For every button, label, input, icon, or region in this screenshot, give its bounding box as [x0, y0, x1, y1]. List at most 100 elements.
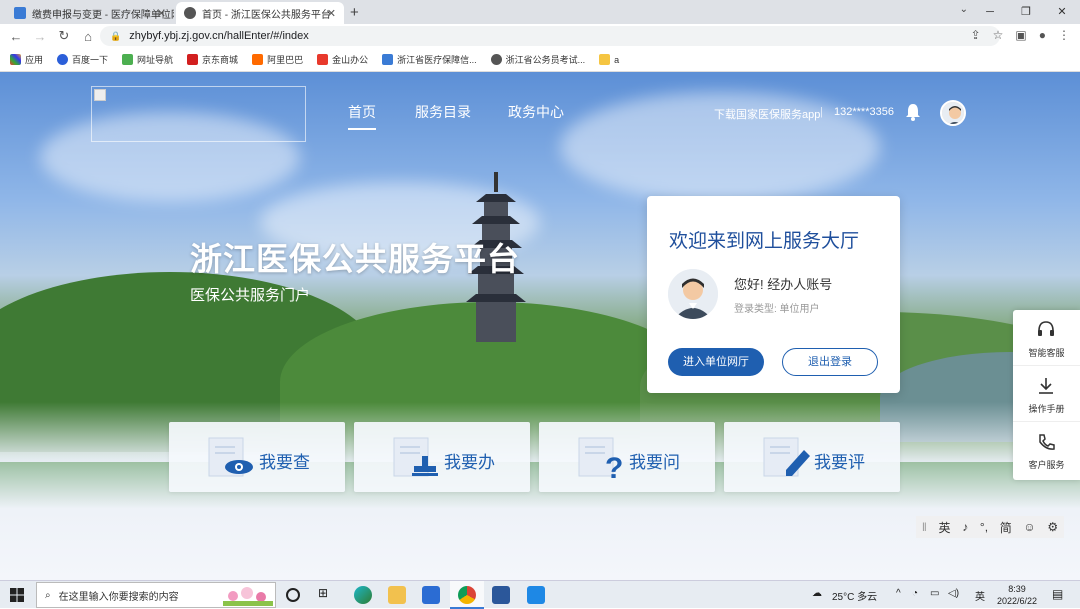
ime-indicator[interactable]: 英 [975, 588, 985, 603]
logout-button[interactable]: 退出登录 [782, 348, 878, 376]
chrome-icon[interactable] [458, 586, 476, 604]
login-type-text: 登录类型: 单位用户 [734, 304, 820, 315]
weather-icon[interactable]: ☁ [812, 588, 822, 599]
app-icon[interactable] [527, 586, 545, 604]
system-clock[interactable]: 8:39 2022/6/22 [990, 583, 1044, 607]
address-bar: ← → ↻ ⌂ 🔒 zhybyf.ybj.zj.gov.cn/hallEnter… [0, 24, 1080, 48]
download-app-link[interactable]: 下载国家医保服务app [714, 106, 820, 122]
hero-subtitle: 医保公共服务门户 [190, 287, 311, 304]
minimize-icon[interactable]: ─ [972, 0, 1008, 24]
cortana-icon[interactable] [286, 588, 300, 602]
flowers-decoration-icon [223, 587, 273, 606]
bookmark-alibaba[interactable]: 阿里巴巴 [252, 53, 303, 66]
tab-title: 缴费申报与变更 - 医疗保障单位网... [32, 9, 174, 21]
close-icon[interactable]: ✕ [327, 7, 336, 20]
welcome-heading: 欢迎来到网上服务大厅 [669, 231, 860, 252]
url-text: zhybyf.ybj.zj.gov.cn/hallEnter/#/index [129, 30, 309, 42]
file-explorer-icon[interactable] [388, 586, 406, 604]
smart-support-button[interactable]: 智能客服 [1013, 310, 1080, 366]
bookmark-zj-medical[interactable]: 浙江省医疗保障信... [382, 53, 477, 66]
welcome-card: 欢迎来到网上服务大厅 您好! 经办人账号 登录类型: 单位用户 进入单位网厅 退… [647, 196, 900, 393]
bookmark-wps[interactable]: 金山办公 [317, 53, 368, 66]
weather-text[interactable]: 25°C 多云 [832, 588, 877, 603]
clock-date: 2022/6/22 [996, 596, 1038, 606]
ime-emoji-icon[interactable]: ☺ [1023, 520, 1035, 534]
nav-home[interactable]: 首页 [348, 102, 376, 130]
tab-bar: 缴费申报与变更 - 医疗保障单位网... ✕ 首页 - 浙江医保公共服务平台 ✕… [0, 0, 1080, 24]
tab-home[interactable]: 首页 - 浙江医保公共服务平台 ✕ [176, 2, 344, 24]
headset-icon [1038, 321, 1054, 336]
floating-sidebar: 智能客服 操作手册 客户服务 [1013, 310, 1080, 480]
nav-service-catalog[interactable]: 服务目录 [415, 102, 471, 122]
ime-moon-icon[interactable]: ♪ [962, 520, 968, 534]
bookmark-folder-a[interactable]: a [599, 54, 619, 65]
battery-icon[interactable]: ▭ [930, 588, 939, 599]
service-ask-card[interactable]: ? 我要问 [539, 422, 715, 492]
svg-text:?: ? [605, 452, 623, 480]
taskbar-search[interactable]: ⌕ 在这里输入你要搜索的内容 [36, 582, 276, 608]
phone-icon [1039, 434, 1055, 450]
enter-unit-hall-button[interactable]: 进入单位网厅 [668, 348, 764, 376]
tab-payment[interactable]: 缴费申报与变更 - 医疗保障单位网... ✕ [6, 2, 174, 24]
service-review-card[interactable]: 我要评 [724, 422, 900, 492]
bookmark-baidu[interactable]: 百度一下 [57, 53, 108, 66]
folder-icon [599, 54, 611, 65]
store-icon[interactable] [422, 586, 440, 604]
url-field[interactable]: 🔒 zhybyf.ybj.zj.gov.cn/hallEnter/#/index [100, 26, 1000, 46]
bookmark-nav[interactable]: 网址导航 [122, 53, 173, 66]
home-icon[interactable]: ⌂ [76, 29, 100, 44]
apps-icon [10, 54, 21, 65]
volume-icon[interactable]: ◁) [948, 588, 959, 599]
close-icon[interactable]: ✕ [157, 7, 166, 20]
address-actions: ⇪ ☆ ▣ ● ⋮ [971, 28, 1070, 42]
new-tab-icon[interactable]: + [350, 4, 359, 21]
manual-button[interactable]: 操作手册 [1013, 366, 1080, 422]
alibaba-icon [252, 54, 264, 65]
customer-service-button[interactable]: 客户服务 [1013, 422, 1080, 478]
wps-icon [317, 54, 329, 65]
service-label: 我要查 [259, 453, 310, 472]
tray-chevron-icon[interactable]: ^ [896, 588, 901, 599]
ime-lang-toggle[interactable]: 英 [939, 519, 951, 536]
ime-simplified-toggle[interactable]: 简 [1000, 519, 1012, 536]
service-apply-card[interactable]: 我要办 [354, 422, 530, 492]
tab-title: 首页 - 浙江医保公共服务平台 [202, 9, 331, 21]
maximize-icon[interactable]: ❐ [1008, 0, 1044, 24]
bookmark-apps[interactable]: 应用 [10, 53, 43, 66]
profile-icon[interactable]: ● [1039, 28, 1046, 42]
site-logo[interactable] [91, 86, 306, 142]
bell-icon[interactable] [904, 102, 922, 122]
bookmarks-bar: 应用 百度一下 网址导航 京东商城 阿里巴巴 金山办公 浙江省医疗保障信... … [0, 48, 1080, 72]
star-icon[interactable]: ☆ [993, 28, 1004, 42]
bookmark-zj-exam[interactable]: 浙江省公务员考试... [490, 53, 585, 66]
bookmark-jd[interactable]: 京东商城 [187, 53, 238, 66]
sidepanel-icon[interactable]: ▣ [1015, 28, 1026, 42]
ime-handle[interactable]: ‖ [922, 520, 927, 534]
windows-start-icon[interactable] [10, 588, 24, 602]
nav-gov-center[interactable]: 政务中心 [508, 102, 564, 122]
account-avatar [668, 269, 718, 319]
user-avatar[interactable] [940, 100, 966, 126]
site-favicon-icon [382, 54, 394, 65]
edge-icon[interactable] [354, 586, 372, 604]
service-query-card[interactable]: 我要查 [169, 422, 345, 492]
network-icon[interactable]: ◔ [912, 588, 918, 599]
globe-icon [490, 54, 502, 65]
clock-time: 8:39 [1008, 584, 1026, 594]
jd-icon [187, 54, 199, 65]
baidu-icon [57, 54, 69, 65]
forward-icon[interactable]: → [28, 29, 52, 44]
back-icon[interactable]: ← [4, 29, 28, 44]
reload-icon[interactable]: ↻ [52, 28, 76, 44]
notification-icon[interactable]: ▤ [1052, 587, 1063, 601]
task-view-icon[interactable]: ⊞ [318, 586, 336, 604]
ime-punct-toggle[interactable]: °, [980, 520, 988, 534]
close-window-icon[interactable]: ✕ [1044, 0, 1080, 24]
chevron-down-icon[interactable]: ⌄ [960, 4, 968, 15]
menu-icon[interactable]: ⋮ [1058, 28, 1070, 42]
ime-settings-icon[interactable]: ⚙ [1047, 520, 1058, 534]
user-phone[interactable]: 132****3356 [834, 106, 894, 118]
share-icon[interactable]: ⇪ [971, 28, 981, 42]
service-label: 我要办 [444, 453, 495, 472]
word-icon[interactable] [492, 586, 510, 604]
